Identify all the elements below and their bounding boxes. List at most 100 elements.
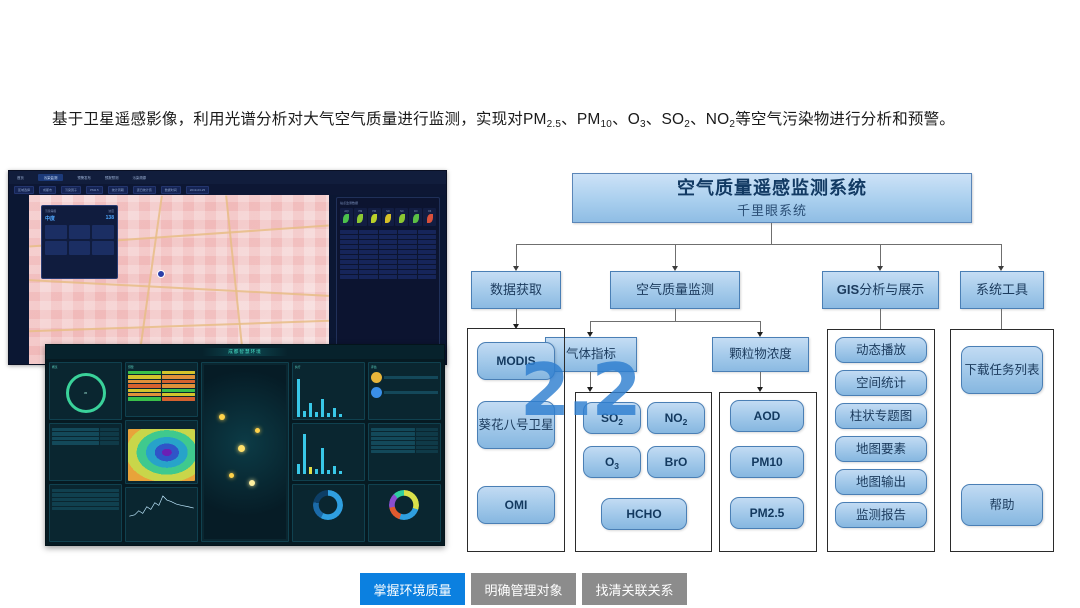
table-row[interactable] (370, 436, 438, 441)
pill-pm25[interactable]: PM2.5 (730, 497, 804, 529)
table-row[interactable] (370, 449, 438, 454)
pill-hcho[interactable]: HCHO (601, 498, 687, 530)
tab-management-target[interactable]: 明确管理对象 (471, 573, 576, 605)
intro-sub-o3: 3 (640, 119, 646, 130)
pill-modis[interactable]: MODIS (477, 342, 555, 380)
node-air-quality-monitoring[interactable]: 空气质量监测 (610, 271, 740, 309)
pill-monitoring-report[interactable]: 监测报告 (835, 502, 927, 528)
table-row[interactable] (128, 397, 196, 401)
indicator-card[interactable]: PM (353, 208, 367, 226)
line-chart (128, 492, 195, 536)
side-panel-table (340, 230, 437, 279)
table-row[interactable] (128, 375, 196, 379)
tab-relationship[interactable]: 找清关联关系 (582, 573, 687, 605)
legend-cell[interactable] (92, 225, 114, 239)
table-row[interactable] (340, 250, 437, 254)
list-item[interactable] (52, 436, 120, 441)
map-app-tab-2[interactable]: 预警发布 (77, 175, 91, 180)
node-label: 颗粒物浓度 (729, 346, 792, 361)
map-filter-3[interactable]: PM2.5 (86, 185, 103, 194)
table-row[interactable] (340, 240, 437, 244)
legend-cell[interactable] (68, 241, 91, 255)
node-system-tools[interactable]: 系统工具 (960, 271, 1044, 309)
map-canvas[interactable]: 污染等级 浓度 中度 138 (29, 195, 329, 364)
table-row[interactable] (128, 392, 196, 397)
list-item[interactable] (52, 506, 120, 510)
list-item[interactable] (52, 493, 120, 497)
pill-map-export[interactable]: 地图输出 (835, 469, 927, 495)
pill-pm10[interactable]: PM10 (730, 446, 804, 478)
map-filter-4[interactable]: 统计周期 (107, 185, 128, 194)
table-row[interactable] (340, 270, 437, 274)
map-app-tab-3[interactable]: 预报预测 (105, 175, 119, 180)
table-row[interactable] (370, 445, 438, 449)
panel-title: 执行 (294, 365, 301, 369)
map-filter-5[interactable]: 逐日统计值 (132, 185, 156, 194)
indicator-card-row: AQI PM PM SO NO CO O3 (340, 208, 437, 226)
map-filter-1[interactable]: 成都市 (39, 185, 57, 194)
table-row[interactable] (128, 388, 196, 392)
intro-mid-3: 、SO (645, 111, 685, 128)
tab-environment-quality[interactable]: 掌握环境质量 (360, 573, 465, 605)
map-app-tab-4[interactable]: 污染溯源 (132, 175, 146, 180)
legend-cell[interactable] (68, 225, 91, 239)
indicator-card[interactable]: O3 (423, 208, 437, 226)
list-item[interactable] (52, 428, 120, 432)
table-row[interactable] (340, 235, 437, 239)
pill-dynamic-playback[interactable]: 动态播放 (835, 337, 927, 363)
indicator-card[interactable]: NO (395, 208, 409, 226)
map-hotspot (254, 427, 260, 433)
table-row[interactable] (340, 260, 437, 264)
map-filter-7[interactable]: 2019-03-25 (185, 185, 210, 194)
map-filter-6[interactable]: 数据时间 (160, 185, 181, 194)
dark-map[interactable] (204, 365, 286, 539)
node-gis-analysis[interactable]: GIS分析与展示 (822, 271, 939, 309)
map-filter-0[interactable]: 区域选择 (14, 185, 35, 194)
legend-cell[interactable] (45, 241, 67, 255)
pill-omi[interactable]: OMI (477, 486, 555, 524)
map-app-tab-1[interactable]: 污染监测 (37, 174, 64, 181)
map-marker[interactable] (157, 270, 165, 278)
table-row[interactable] (340, 265, 437, 269)
pill-bar-thematic-map[interactable]: 柱状专题图 (835, 403, 927, 429)
panel-heatmap (125, 420, 199, 484)
pill-spatial-statistics[interactable]: 空间统计 (835, 370, 927, 396)
pill-bro[interactable]: BrO (647, 446, 705, 478)
map-app-tab-0[interactable]: 首页 (17, 175, 24, 180)
table-row[interactable] (128, 384, 196, 388)
indicator-card[interactable]: SO (381, 208, 395, 226)
table-row[interactable] (128, 371, 196, 375)
pill-o3[interactable]: O3 (583, 446, 641, 478)
table-row[interactable] (128, 379, 196, 384)
list-item[interactable] (52, 432, 120, 436)
indicator-card[interactable]: CO (409, 208, 423, 226)
table-row[interactable] (370, 441, 438, 445)
indicator-card[interactable]: AQI (340, 208, 353, 226)
pill-map-elements[interactable]: 地图要素 (835, 436, 927, 462)
pill-download-task-list[interactable]: 下载任务列表 (961, 346, 1043, 394)
diagram-title-node[interactable]: 空气质量遥感监测系统 千里眼系统 (572, 173, 972, 223)
legend-cell[interactable] (45, 225, 67, 239)
node-data-acquisition[interactable]: 数据获取 (471, 271, 561, 309)
pill-himawari-8[interactable]: 葵花八号卫星 (477, 401, 555, 449)
table-row[interactable] (340, 275, 437, 279)
list-item[interactable] (52, 489, 120, 493)
pill-no2[interactable]: NO2 (647, 402, 705, 434)
map-hotspot (228, 472, 234, 478)
list-item[interactable] (52, 441, 120, 445)
table-row[interactable] (370, 432, 438, 436)
pill-so2[interactable]: SO2 (583, 402, 641, 434)
table-row[interactable] (340, 255, 437, 259)
indicator-card[interactable]: PM (367, 208, 381, 226)
panel-bar-chart-top: 执行 (291, 362, 365, 420)
list-item[interactable] (52, 502, 120, 506)
map-filter-2[interactable]: 污染因子 (61, 185, 82, 194)
table-row[interactable] (340, 245, 437, 249)
pill-help[interactable]: 帮助 (961, 484, 1043, 526)
connector-drop (1001, 309, 1003, 329)
table-row[interactable] (370, 428, 438, 432)
pill-aod[interactable]: AOD (730, 400, 804, 432)
legend-cell[interactable] (92, 241, 114, 255)
node-particle-concentration[interactable]: 颗粒物浓度 (712, 337, 809, 372)
list-item[interactable] (52, 497, 120, 502)
